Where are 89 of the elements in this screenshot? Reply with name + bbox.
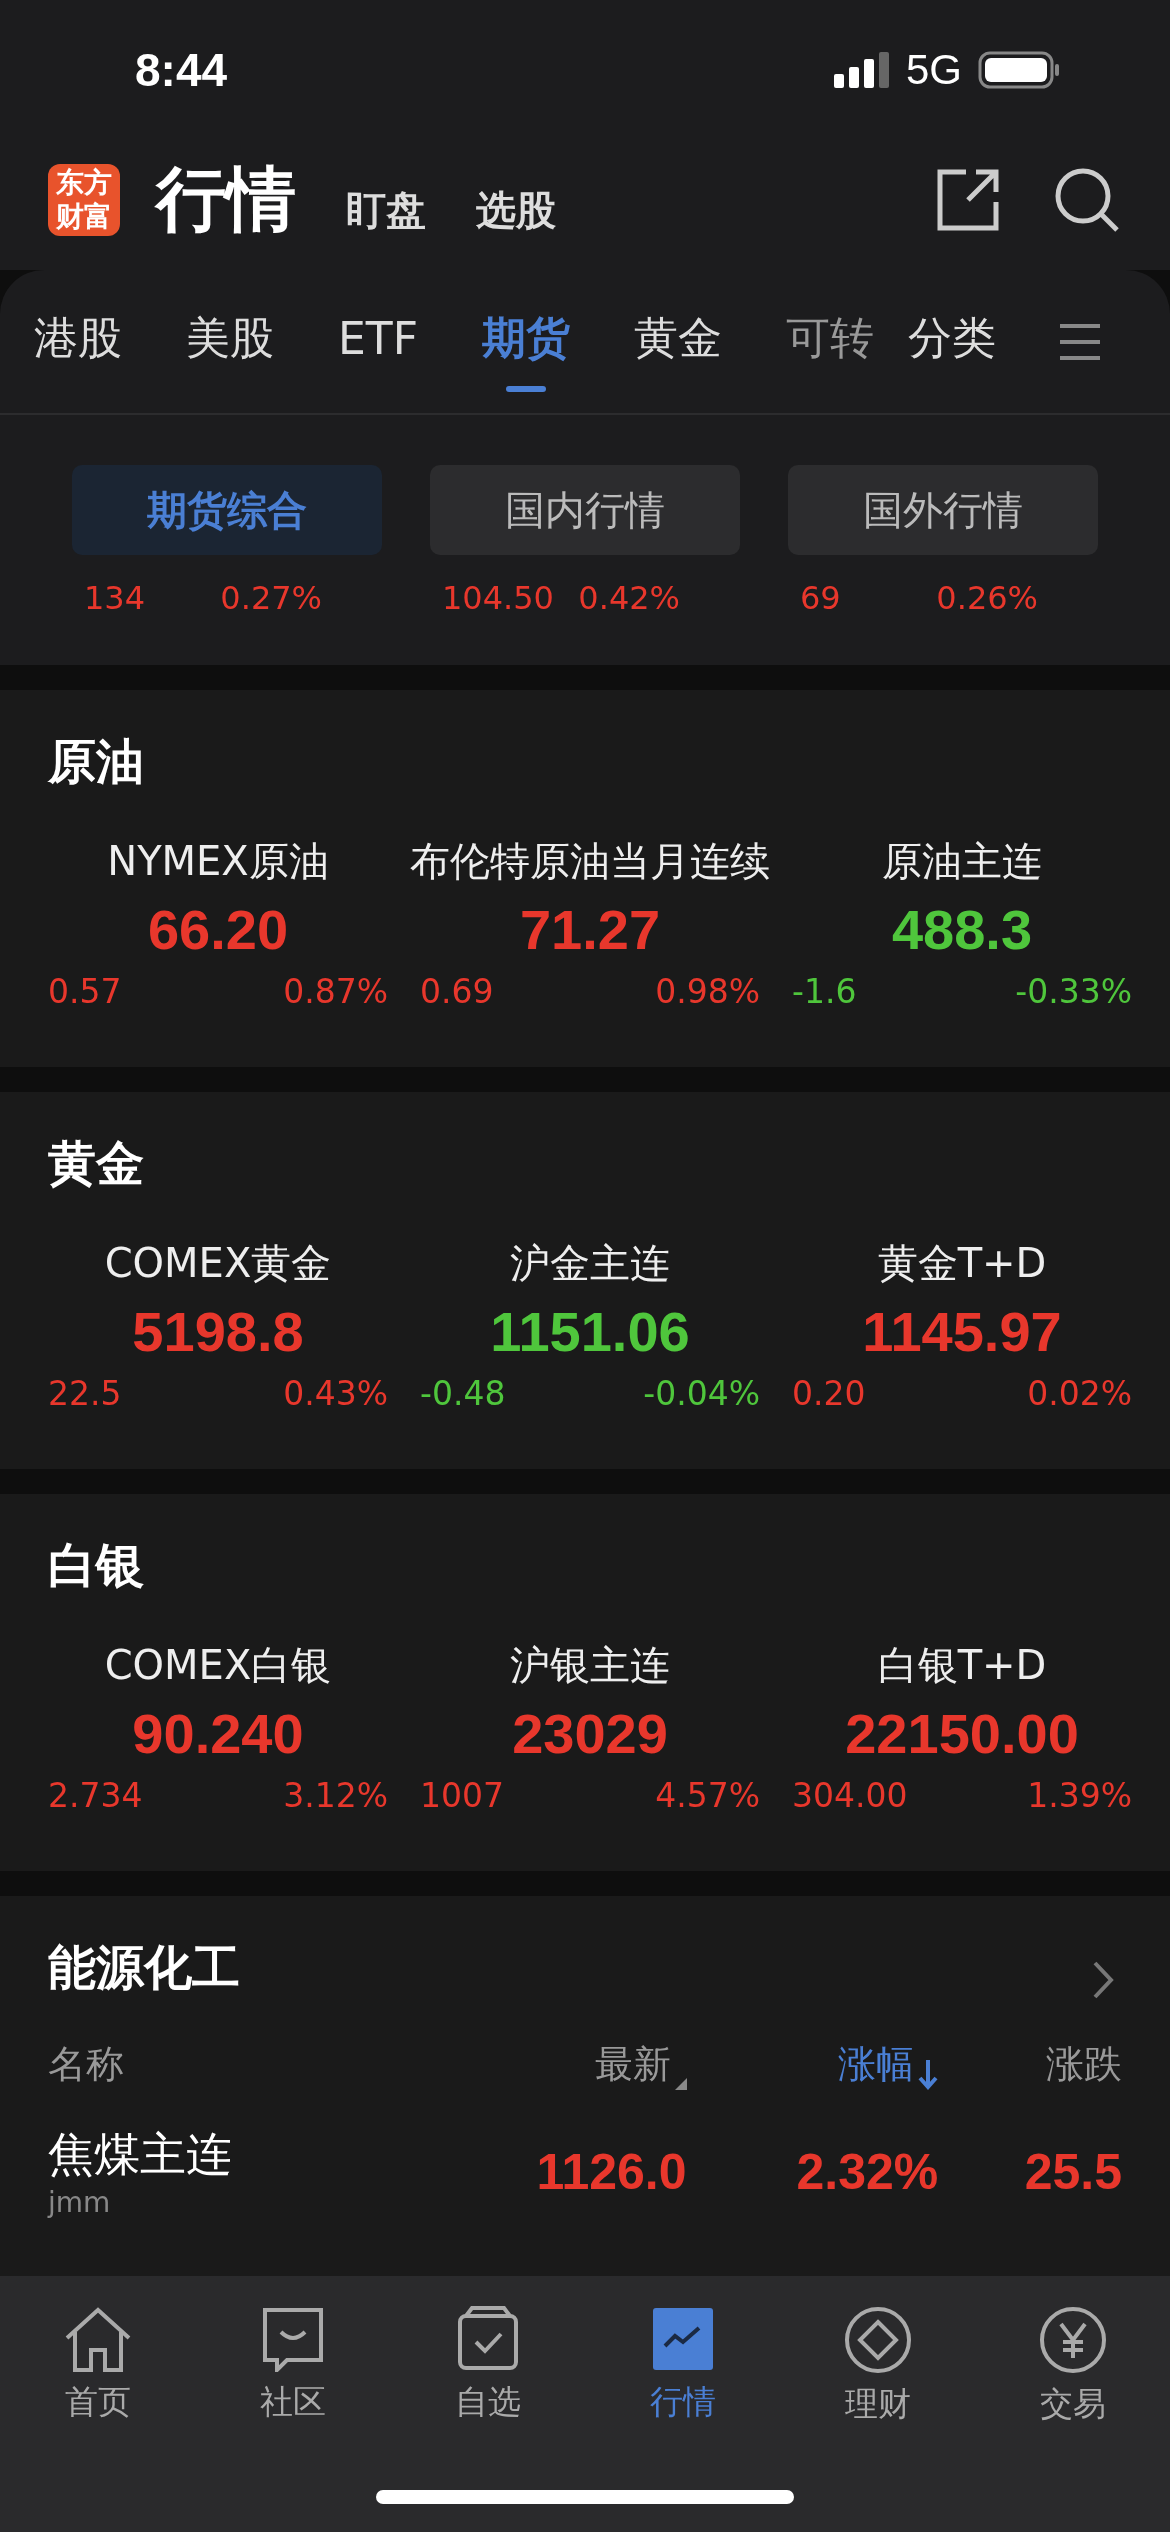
market-button[interactable]: 国内行情 (430, 465, 740, 555)
market-count: 134 (84, 579, 146, 617)
quote-name[interactable]: COMEX黄金 (104, 1236, 332, 1291)
chart-icon (650, 2306, 715, 2372)
sort-down-icon (918, 2057, 939, 2090)
nav-tab[interactable]: 理财 (780, 2306, 975, 2436)
nav-tab[interactable]: 行情 (585, 2306, 780, 2436)
chevron-right-icon[interactable] (1092, 1960, 1114, 2000)
category-tab[interactable]: 美股 (186, 289, 274, 394)
chat-icon (260, 2306, 325, 2372)
quote-name[interactable]: 黄金T+D (877, 1236, 1047, 1291)
menu-icon[interactable] (1060, 323, 1100, 360)
quote-price: 1151.06 (490, 1299, 690, 1364)
quote-price: 23029 (512, 1701, 668, 1766)
quote-change: -1.6 (792, 972, 857, 1011)
quote-percent: -0.33% (1015, 972, 1132, 1011)
market-percent: 0.26% (936, 579, 1038, 617)
quote-name[interactable]: 原油主连 (882, 834, 1042, 889)
category-tab[interactable]: 分类 (908, 289, 996, 394)
quote-name[interactable]: NYMEX原油 (107, 834, 329, 889)
signal-icon (833, 52, 890, 88)
column-header[interactable]: 涨跌 (948, 2038, 1122, 2090)
quote-change: -0.48 (420, 1374, 506, 1413)
change-amount: 25.5 (1023, 2142, 1122, 2201)
category-tab[interactable]: 港股 (34, 289, 122, 394)
quote-change: 22.5 (48, 1374, 122, 1413)
market-button[interactable]: 期货综合 (72, 465, 382, 555)
section-title: 原油 (48, 732, 145, 791)
quote-name[interactable]: 白银T+D (877, 1638, 1047, 1693)
nav-tab[interactable]: 自选 (390, 2306, 585, 2436)
category-tab[interactable]: 黄金 (634, 289, 722, 394)
quote-change: 0.20 (792, 1374, 866, 1413)
sort-icon (674, 2077, 687, 2090)
quote-percent: 0.87% (283, 972, 388, 1011)
category-tab[interactable]: 可转 (786, 289, 874, 394)
category-tab[interactable]: 期货 (482, 289, 570, 394)
quote-percent: 0.02% (1027, 1374, 1132, 1413)
quote-percent: 1.39% (1027, 1776, 1132, 1815)
yen-icon (1038, 2306, 1107, 2374)
app-logo: 东方财富 (48, 164, 120, 236)
market-count: 69 (800, 579, 841, 617)
quote-change: 304.00 (792, 1776, 908, 1815)
nav-tab[interactable]: 社区 (195, 2306, 390, 2436)
quote-price: 90.240 (132, 1701, 304, 1766)
change-percent: 2.32% (795, 2142, 939, 2201)
quote-price: 488.3 (891, 897, 1033, 962)
column-header[interactable]: 最新 (493, 2038, 687, 2090)
quote-percent: -0.04% (643, 1374, 760, 1413)
quote-price: 66.20 (147, 897, 289, 962)
quote-price: 5198.8 (132, 1299, 304, 1364)
quote-percent: 4.57% (655, 1776, 760, 1815)
battery-icon (978, 51, 1060, 89)
column-header[interactable]: 名称 (48, 2038, 454, 2090)
section-title: 黄金 (48, 1134, 145, 1193)
network-label: 5G (905, 46, 962, 94)
quote-change: 2.734 (48, 1776, 143, 1815)
market-percent: 0.42% (578, 579, 680, 617)
quote-name[interactable]: 布伦特原油当月连续 (410, 834, 770, 889)
latest-price: 1126.0 (535, 2142, 687, 2201)
section-title: 白银 (48, 1536, 145, 1595)
page-title: 行情 (156, 157, 296, 242)
quote-percent: 3.12% (283, 1776, 388, 1815)
nav-tab[interactable]: 首页 (0, 2306, 195, 2436)
quote-name[interactable]: COMEX白银 (104, 1638, 332, 1693)
market-button[interactable]: 国外行情 (788, 465, 1098, 555)
search-icon[interactable] (1054, 167, 1120, 233)
quote-price: 71.27 (519, 897, 661, 962)
quote-percent: 0.43% (283, 1374, 388, 1413)
quote-change: 1007 (420, 1776, 504, 1815)
column-header[interactable]: 涨幅 (706, 2038, 939, 2090)
header-link[interactable]: 选股 (476, 162, 556, 238)
quote-price: 1145.97 (862, 1299, 1062, 1364)
contract-name[interactable]: 焦煤主连 (48, 2124, 454, 2186)
market-count: 104.50 (442, 579, 554, 617)
quote-change: 0.69 (420, 972, 494, 1011)
quote-price: 22150.00 (845, 1701, 1079, 1766)
quote-name[interactable]: 沪金主连 (510, 1236, 670, 1291)
section-title: 能源化工 (48, 1938, 240, 1997)
share-icon[interactable] (936, 168, 1000, 232)
status-time: 8:44 (135, 43, 228, 97)
quote-percent: 0.98% (655, 972, 760, 1011)
quote-name[interactable]: 沪银主连 (510, 1638, 670, 1693)
category-tab[interactable]: ETF (338, 293, 418, 390)
nav-tab[interactable]: 交易 (975, 2306, 1170, 2436)
quote-change: 0.57 (48, 972, 122, 1011)
checkbox-icon (455, 2306, 520, 2372)
header-link[interactable]: 盯盘 (346, 162, 426, 238)
contract-code: jmm (48, 2186, 112, 2219)
market-percent: 0.27% (220, 579, 322, 617)
